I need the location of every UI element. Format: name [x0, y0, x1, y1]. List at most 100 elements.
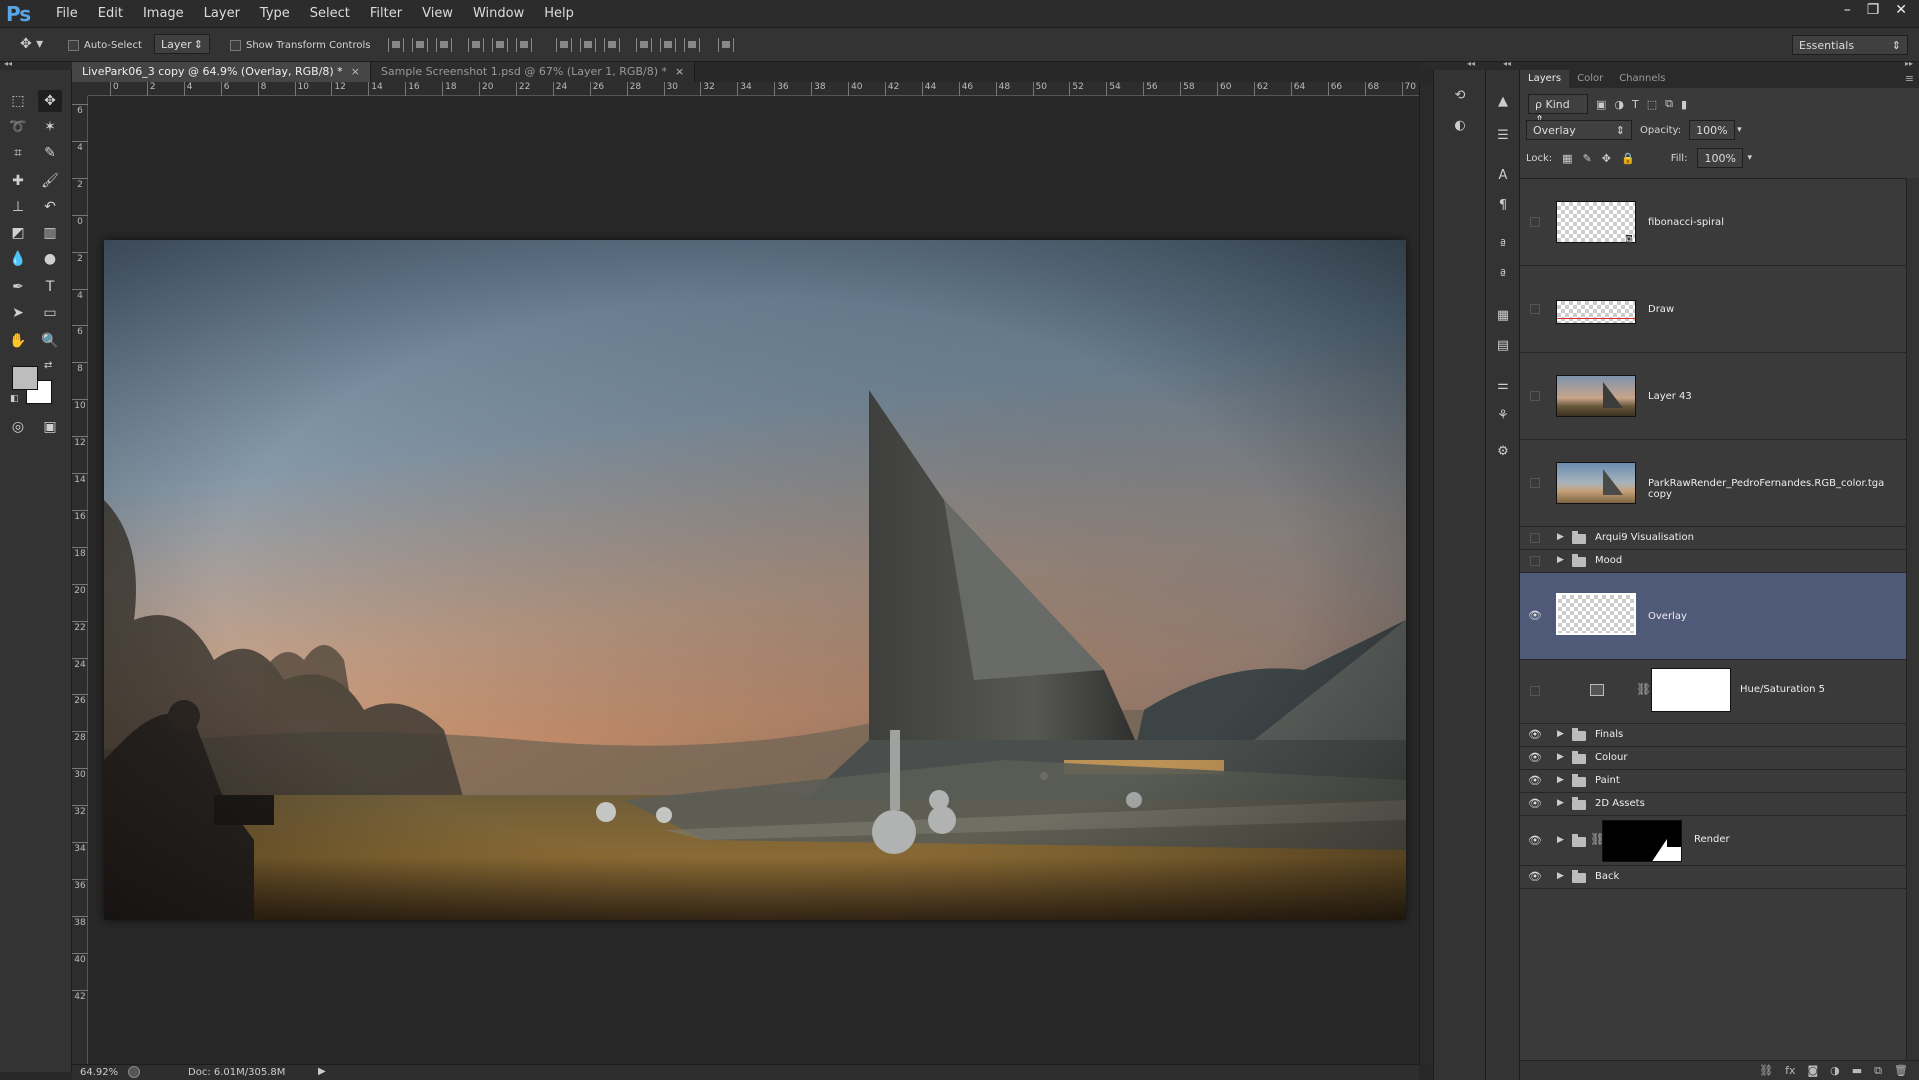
distribute-right-icon[interactable] [684, 38, 700, 52]
expand-arrow-icon[interactable]: ▶ [1557, 532, 1564, 542]
zoom-tool-icon[interactable]: 🔍 [38, 330, 62, 352]
eyedropper-tool-icon[interactable]: ✎ [38, 142, 62, 164]
distribute-vcenter-icon[interactable] [580, 38, 596, 52]
eye-icon[interactable]: 👁 [1528, 774, 1542, 788]
eye-icon[interactable]: 👁 [1528, 797, 1542, 811]
tab-color[interactable]: Color [1569, 70, 1611, 88]
pen-tool-icon[interactable]: ✒ [6, 276, 30, 298]
foreground-color-swatch[interactable] [12, 366, 38, 390]
expand-arrow-icon[interactable]: ▶ [1557, 729, 1564, 739]
clone-stamp-tool-icon[interactable]: ⊥ [6, 196, 30, 218]
layer-row-overlay[interactable]: 👁 Overlay [1520, 573, 1906, 660]
menu-type[interactable]: Type [250, 5, 300, 23]
collapse-dock-icon[interactable]: ◂◂ [1467, 59, 1475, 68]
paragraph-panel-icon[interactable]: ¶ [1493, 196, 1513, 216]
auto-select-target-select[interactable]: Layer ⇕ [154, 34, 210, 54]
hand-tool-icon[interactable]: ✋ [6, 330, 30, 352]
collapse-right-icon[interactable]: ▸▸ [1905, 59, 1913, 68]
document-canvas-image[interactable] [104, 240, 1406, 920]
tab-channels[interactable]: Channels [1611, 70, 1673, 88]
history-panel-icon[interactable]: ⟲ [1450, 86, 1470, 106]
paragraph-styles-icon[interactable]: ª [1493, 266, 1513, 286]
auto-align-icon[interactable] [718, 38, 734, 52]
eye-icon[interactable]: 👁 [1528, 870, 1542, 884]
filter-smart-icon[interactable]: ⧉ [1665, 97, 1673, 111]
filter-kind-select[interactable]: ρ Kind ⇕ [1528, 94, 1588, 126]
layer-row-arqui9-visualisation[interactable]: ▶ Arqui9 Visualisation [1520, 527, 1906, 550]
magic-wand-tool-icon[interactable]: ✶ [38, 116, 62, 138]
close-tab-icon[interactable]: × [351, 65, 360, 78]
tab-sample-screenshot[interactable]: Sample Screenshot 1.psd @ 67% (Layer 1, … [370, 62, 696, 82]
eye-icon[interactable]: 👁 [1528, 728, 1542, 742]
filter-toggle-icon[interactable]: ▮ [1681, 98, 1687, 111]
align-vcenter-icon[interactable] [412, 38, 428, 52]
properties-panel-icon[interactable]: ⚌ [1493, 376, 1513, 396]
layer-row-mood[interactable]: ▶ Mood [1520, 550, 1906, 573]
align-hcenter-icon[interactable] [492, 38, 508, 52]
visibility-toggle[interactable] [1530, 478, 1540, 488]
add-mask-icon[interactable]: ◙ [1807, 1064, 1818, 1077]
visibility-toggle[interactable] [1530, 533, 1540, 543]
layer-row-2d-assets[interactable]: 👁 ▶ 2D Assets [1520, 793, 1906, 816]
eraser-tool-icon[interactable]: ◩ [6, 222, 30, 244]
collapse-left-icon[interactable]: ◂◂ [4, 59, 12, 68]
new-group-icon[interactable]: ▬ [1852, 1064, 1862, 1077]
align-right-icon[interactable] [516, 38, 532, 52]
align-top-icon[interactable] [388, 38, 404, 52]
rectangle-tool-icon[interactable]: ▭ [38, 302, 62, 324]
marquee-tool-icon[interactable]: ⬚ [6, 90, 30, 112]
crop-tool-icon[interactable]: ⌗ [6, 142, 30, 164]
vertical-ruler[interactable]: 6 4 2 0 2 4 6 8 10 12 14 16 18 20 22 24 26 28 30 32 34 36 38 40… [72, 96, 88, 1064]
menu-image[interactable]: Image [133, 5, 194, 23]
status-info-icon[interactable] [128, 1066, 140, 1078]
canvas-vertical-scrollbar[interactable] [1419, 82, 1433, 1064]
filter-pixel-icon[interactable]: ▣ [1596, 98, 1606, 111]
align-bottom-icon[interactable] [436, 38, 452, 52]
visibility-toggle[interactable] [1530, 556, 1540, 566]
distribute-top-icon[interactable] [556, 38, 572, 52]
blur-tool-icon[interactable]: 💧 [6, 248, 30, 270]
layers-scrollbar[interactable] [1906, 178, 1919, 1060]
layer-row-finals[interactable]: 👁 ▶ Finals [1520, 724, 1906, 747]
close-tab-icon[interactable]: × [675, 65, 684, 78]
type-tool-icon[interactable]: T [38, 276, 62, 298]
menu-filter[interactable]: Filter [360, 5, 412, 23]
blend-mode-select[interactable]: Overlay ⇕ [1526, 120, 1632, 140]
zoom-level[interactable]: 64.92% [80, 1067, 118, 1078]
styles-panel-icon[interactable]: ▦ [1493, 306, 1513, 326]
menu-window[interactable]: Window [463, 5, 534, 23]
brush-presets-icon[interactable]: ⚘ [1493, 406, 1513, 426]
collapse-dock2-icon[interactable]: ◂◂ [1503, 59, 1511, 68]
visibility-toggle[interactable] [1530, 217, 1540, 227]
default-colors-icon[interactable]: ◧ [10, 394, 19, 404]
expand-arrow-icon[interactable]: ▶ [1557, 752, 1564, 762]
new-adjustment-icon[interactable]: ◑ [1830, 1064, 1840, 1077]
status-menu-arrow-icon[interactable]: ▶ [318, 1066, 326, 1077]
filter-shape-icon[interactable]: ⬚ [1647, 98, 1657, 111]
distribute-hcenter-icon[interactable] [660, 38, 676, 52]
info-panel-icon[interactable]: ☰ [1493, 126, 1513, 146]
layer-row-layer-43[interactable]: Layer 43 [1520, 353, 1906, 440]
layer-row-fibonacci-spiral[interactable]: ⧉ fibonacci-spiral [1520, 179, 1906, 266]
expand-arrow-icon[interactable]: ▶ [1557, 555, 1564, 565]
lasso-tool-icon[interactable]: ➰ [6, 116, 30, 138]
adjustments-panel-icon[interactable]: ◐ [1450, 116, 1470, 136]
eye-icon[interactable]: 👁 [1528, 751, 1542, 765]
lock-all-icon[interactable]: 🔒 [1621, 152, 1635, 165]
expand-arrow-icon[interactable]: ▶ [1557, 835, 1564, 845]
layer-list[interactable]: ⧉ fibonacci-spiral Draw Layer 43 ParkRaw… [1520, 178, 1906, 1068]
align-left-icon[interactable] [468, 38, 484, 52]
character-styles-icon[interactable]: ª [1493, 236, 1513, 256]
quick-mask-icon[interactable]: ◎ [6, 416, 30, 438]
ruler-corner[interactable] [72, 82, 88, 96]
menu-edit[interactable]: Edit [88, 5, 133, 23]
distribute-left-icon[interactable] [636, 38, 652, 52]
fill-dropdown-icon[interactable]: ▾ [1747, 153, 1752, 163]
filter-adjustment-icon[interactable]: ◑ [1614, 98, 1624, 111]
screen-mode-icon[interactable]: ▣ [38, 416, 62, 438]
lock-transparency-icon[interactable]: ▦ [1562, 152, 1572, 165]
close-button[interactable]: ✕ [1895, 2, 1907, 18]
layer-row-parkraw[interactable]: ParkRawRender_PedroFernandes.RGB_color.t… [1520, 440, 1906, 527]
character-panel-icon[interactable]: A [1493, 166, 1513, 186]
visibility-toggle[interactable] [1530, 686, 1540, 696]
